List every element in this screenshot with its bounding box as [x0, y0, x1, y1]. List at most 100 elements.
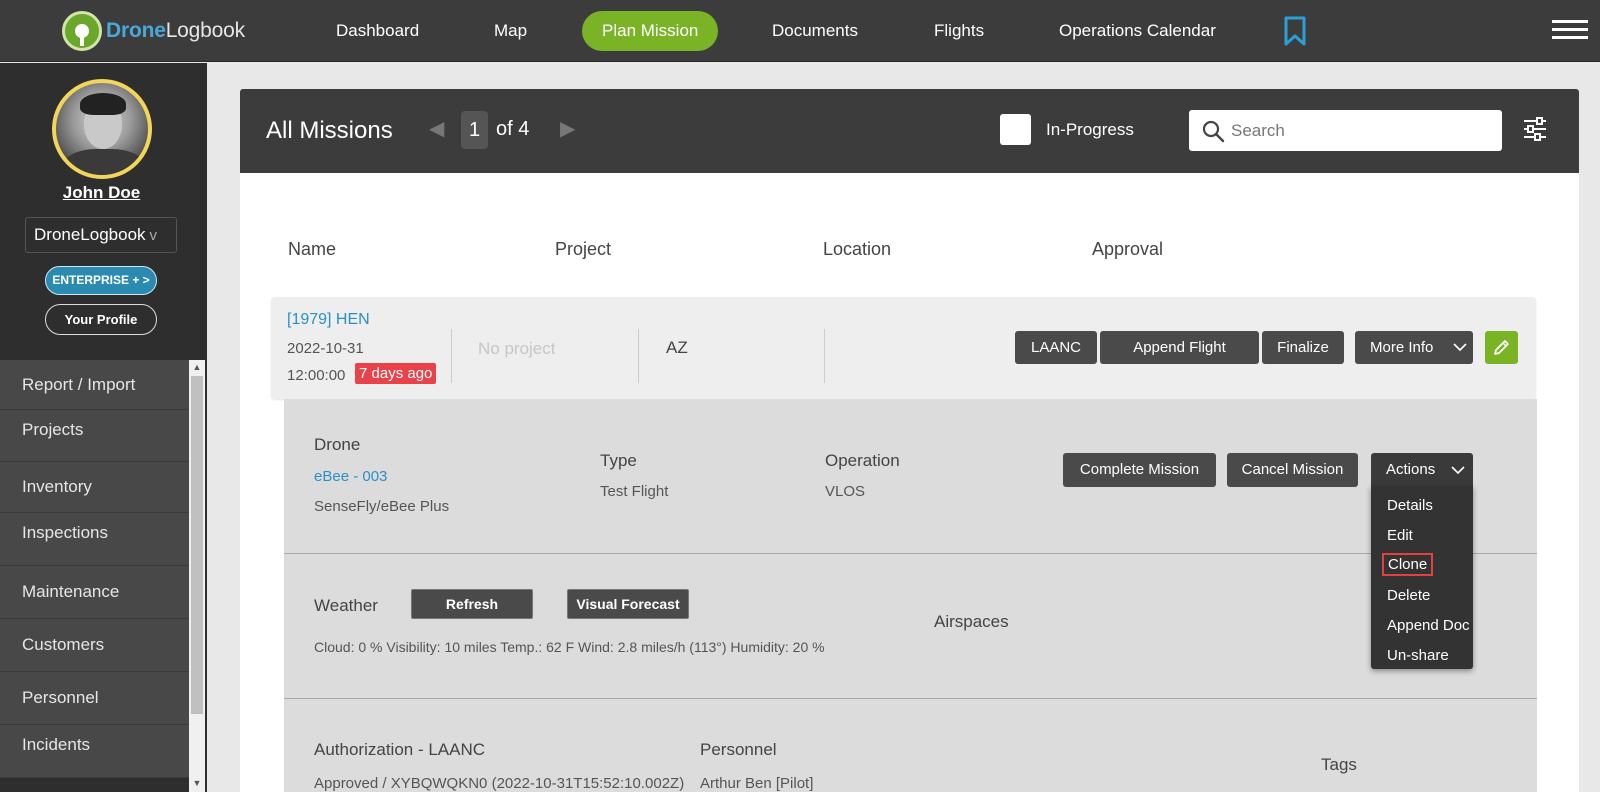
- column-divider: [638, 329, 639, 383]
- weather-info: Cloud: 0 % Visibility: 10 miles Temp.: 6…: [314, 639, 825, 655]
- nav-dashboard[interactable]: Dashboard: [316, 11, 439, 51]
- sidebar-item-inventory[interactable]: Inventory: [0, 462, 189, 513]
- scrollbar-thumb[interactable]: [191, 376, 203, 714]
- action-unshare[interactable]: Un-share: [1387, 647, 1449, 664]
- sidebar-item-maintenance[interactable]: Maintenance: [0, 566, 189, 619]
- mission-project: No project: [478, 339, 556, 358]
- operation-label: Operation: [825, 451, 900, 470]
- nav-map[interactable]: Map: [474, 11, 547, 51]
- sidebar-item-report-import[interactable]: Report / Import: [0, 360, 189, 410]
- in-progress-checkbox[interactable]: [1000, 114, 1031, 145]
- drone-logo-icon: [62, 11, 102, 51]
- mission-name-link[interactable]: [1979] HEN: [287, 311, 370, 329]
- sidebar-scrollbar[interactable]: ▲ ▼: [189, 360, 205, 792]
- action-clone[interactable]: Clone: [1382, 553, 1434, 576]
- top-nav: DroneLogbook Dashboard Map Plan Mission …: [0, 0, 1600, 62]
- filter-settings-icon[interactable]: [1522, 116, 1548, 142]
- nav-flights[interactable]: Flights: [914, 11, 1004, 51]
- column-header-project: Project: [555, 239, 612, 259]
- column-divider: [451, 329, 452, 383]
- hamburger-menu-icon[interactable]: [1552, 20, 1588, 42]
- mission-time: 12:00:00: [287, 367, 346, 384]
- laanc-button[interactable]: LAANC: [1015, 331, 1097, 364]
- brand-logo[interactable]: DroneLogbook: [62, 10, 245, 52]
- edit-mission-button[interactable]: [1485, 331, 1518, 364]
- visual-forecast-button[interactable]: Visual Forecast: [567, 589, 689, 619]
- column-header-name: Name: [288, 239, 337, 259]
- column-header-location: Location: [823, 239, 892, 259]
- enterprise-button[interactable]: ENTERPRISE + >: [45, 266, 157, 295]
- nav-plan-mission[interactable]: Plan Mission: [582, 11, 719, 51]
- more-info-button[interactable]: More Info: [1355, 331, 1473, 364]
- missions-panel-header: All Missions ◀ 1 of 4 ▶ In-Progress: [240, 89, 1579, 173]
- sidebar-item-personnel[interactable]: Personnel: [0, 672, 189, 725]
- append-flight-button[interactable]: Append Flight: [1100, 331, 1259, 364]
- drone-link[interactable]: eBee - 003: [314, 468, 387, 485]
- sidebar-menu: Report / Import Projects Inventory Inspe…: [0, 360, 189, 778]
- personnel-label: Personnel: [700, 740, 777, 759]
- actions-dropdown-menu: Details Edit Clone Delete Append Doc Un-…: [1371, 486, 1473, 669]
- sidebar: John Doe DroneLogbook v ENTERPRISE + > Yo…: [0, 63, 207, 792]
- organization-name: DroneLogbook: [34, 225, 146, 244]
- search-box: [1189, 110, 1502, 151]
- type-value: Test Flight: [600, 483, 669, 500]
- drone-model: SenseFly/eBee Plus: [314, 498, 450, 515]
- in-progress-label: In-Progress: [1046, 120, 1134, 139]
- authorization-label: Authorization - LAANC: [314, 740, 486, 759]
- personnel-value: Arthur Ben [Pilot]: [700, 775, 814, 792]
- section-divider: [284, 698, 1537, 699]
- authorization-value: Approved / XYBQWQKN0 (2022-10-31T15:52:1…: [314, 775, 685, 792]
- action-details[interactable]: Details: [1387, 497, 1433, 514]
- mission-date: 2022-10-31: [287, 340, 364, 357]
- scroll-up-icon[interactable]: ▲: [192, 362, 202, 372]
- user-name-link[interactable]: John Doe: [0, 183, 203, 203]
- action-delete[interactable]: Delete: [1387, 587, 1430, 604]
- pencil-icon: [1494, 340, 1509, 355]
- column-header-approval: Approval: [1092, 239, 1164, 259]
- action-append-doc[interactable]: Append Doc: [1387, 617, 1470, 634]
- brand-name: DroneLogbook: [106, 19, 245, 42]
- weather-label: Weather: [314, 596, 378, 615]
- mission-row[interactable]: [1979] HEN 2022-10-31 12:00:00 7 days ag…: [271, 297, 1536, 399]
- action-edit[interactable]: Edit: [1387, 527, 1413, 544]
- operation-value: VLOS: [825, 483, 866, 500]
- avatar[interactable]: [52, 79, 152, 179]
- cancel-mission-button[interactable]: Cancel Mission: [1227, 453, 1358, 487]
- chevron-down-icon: [1451, 466, 1465, 475]
- airspaces-label: Airspaces: [934, 612, 1009, 631]
- next-page-icon[interactable]: ▶: [560, 116, 575, 141]
- page-title: All Missions: [266, 117, 393, 144]
- refresh-weather-button[interactable]: Refresh: [411, 589, 533, 619]
- search-input[interactable]: [1231, 110, 1491, 151]
- bookmark-icon[interactable]: [1283, 16, 1307, 46]
- mission-age-badge: 7 days ago: [355, 363, 437, 384]
- type-label: Type: [600, 451, 637, 470]
- nav-documents[interactable]: Documents: [752, 11, 878, 51]
- drone-label: Drone: [314, 435, 361, 454]
- actions-button[interactable]: Actions: [1371, 453, 1473, 487]
- chevron-down-icon: v: [149, 227, 158, 244]
- missions-panel-body: Name Project Location Approval [1979] HE…: [240, 173, 1579, 792]
- organization-select[interactable]: DroneLogbook v: [25, 217, 177, 253]
- chevron-down-icon: [1453, 343, 1467, 352]
- sidebar-item-inspections[interactable]: Inspections: [0, 513, 189, 566]
- nav-operations-calendar[interactable]: Operations Calendar: [1039, 11, 1236, 51]
- more-info-label: More Info: [1370, 339, 1434, 356]
- mission-location: AZ: [666, 338, 688, 357]
- column-divider: [824, 329, 825, 383]
- current-page[interactable]: 1: [461, 111, 488, 149]
- section-divider: [284, 553, 1537, 554]
- your-profile-button[interactable]: Your Profile: [45, 304, 157, 335]
- sidebar-item-projects[interactable]: Projects: [0, 410, 189, 462]
- search-icon: [1202, 120, 1225, 143]
- mission-details: Drone eBee - 003 SenseFly/eBee Plus Type…: [284, 399, 1537, 792]
- finalize-button[interactable]: Finalize: [1262, 331, 1344, 364]
- previous-page-icon[interactable]: ◀: [429, 116, 444, 141]
- sidebar-item-customers[interactable]: Customers: [0, 619, 189, 672]
- sidebar-item-incidents[interactable]: Incidents: [0, 725, 189, 778]
- complete-mission-button[interactable]: Complete Mission: [1063, 453, 1216, 487]
- page-count: of 4: [496, 118, 530, 140]
- scroll-down-icon[interactable]: ▼: [192, 778, 202, 788]
- tags-label: Tags: [1321, 755, 1357, 774]
- actions-label: Actions: [1386, 461, 1436, 478]
